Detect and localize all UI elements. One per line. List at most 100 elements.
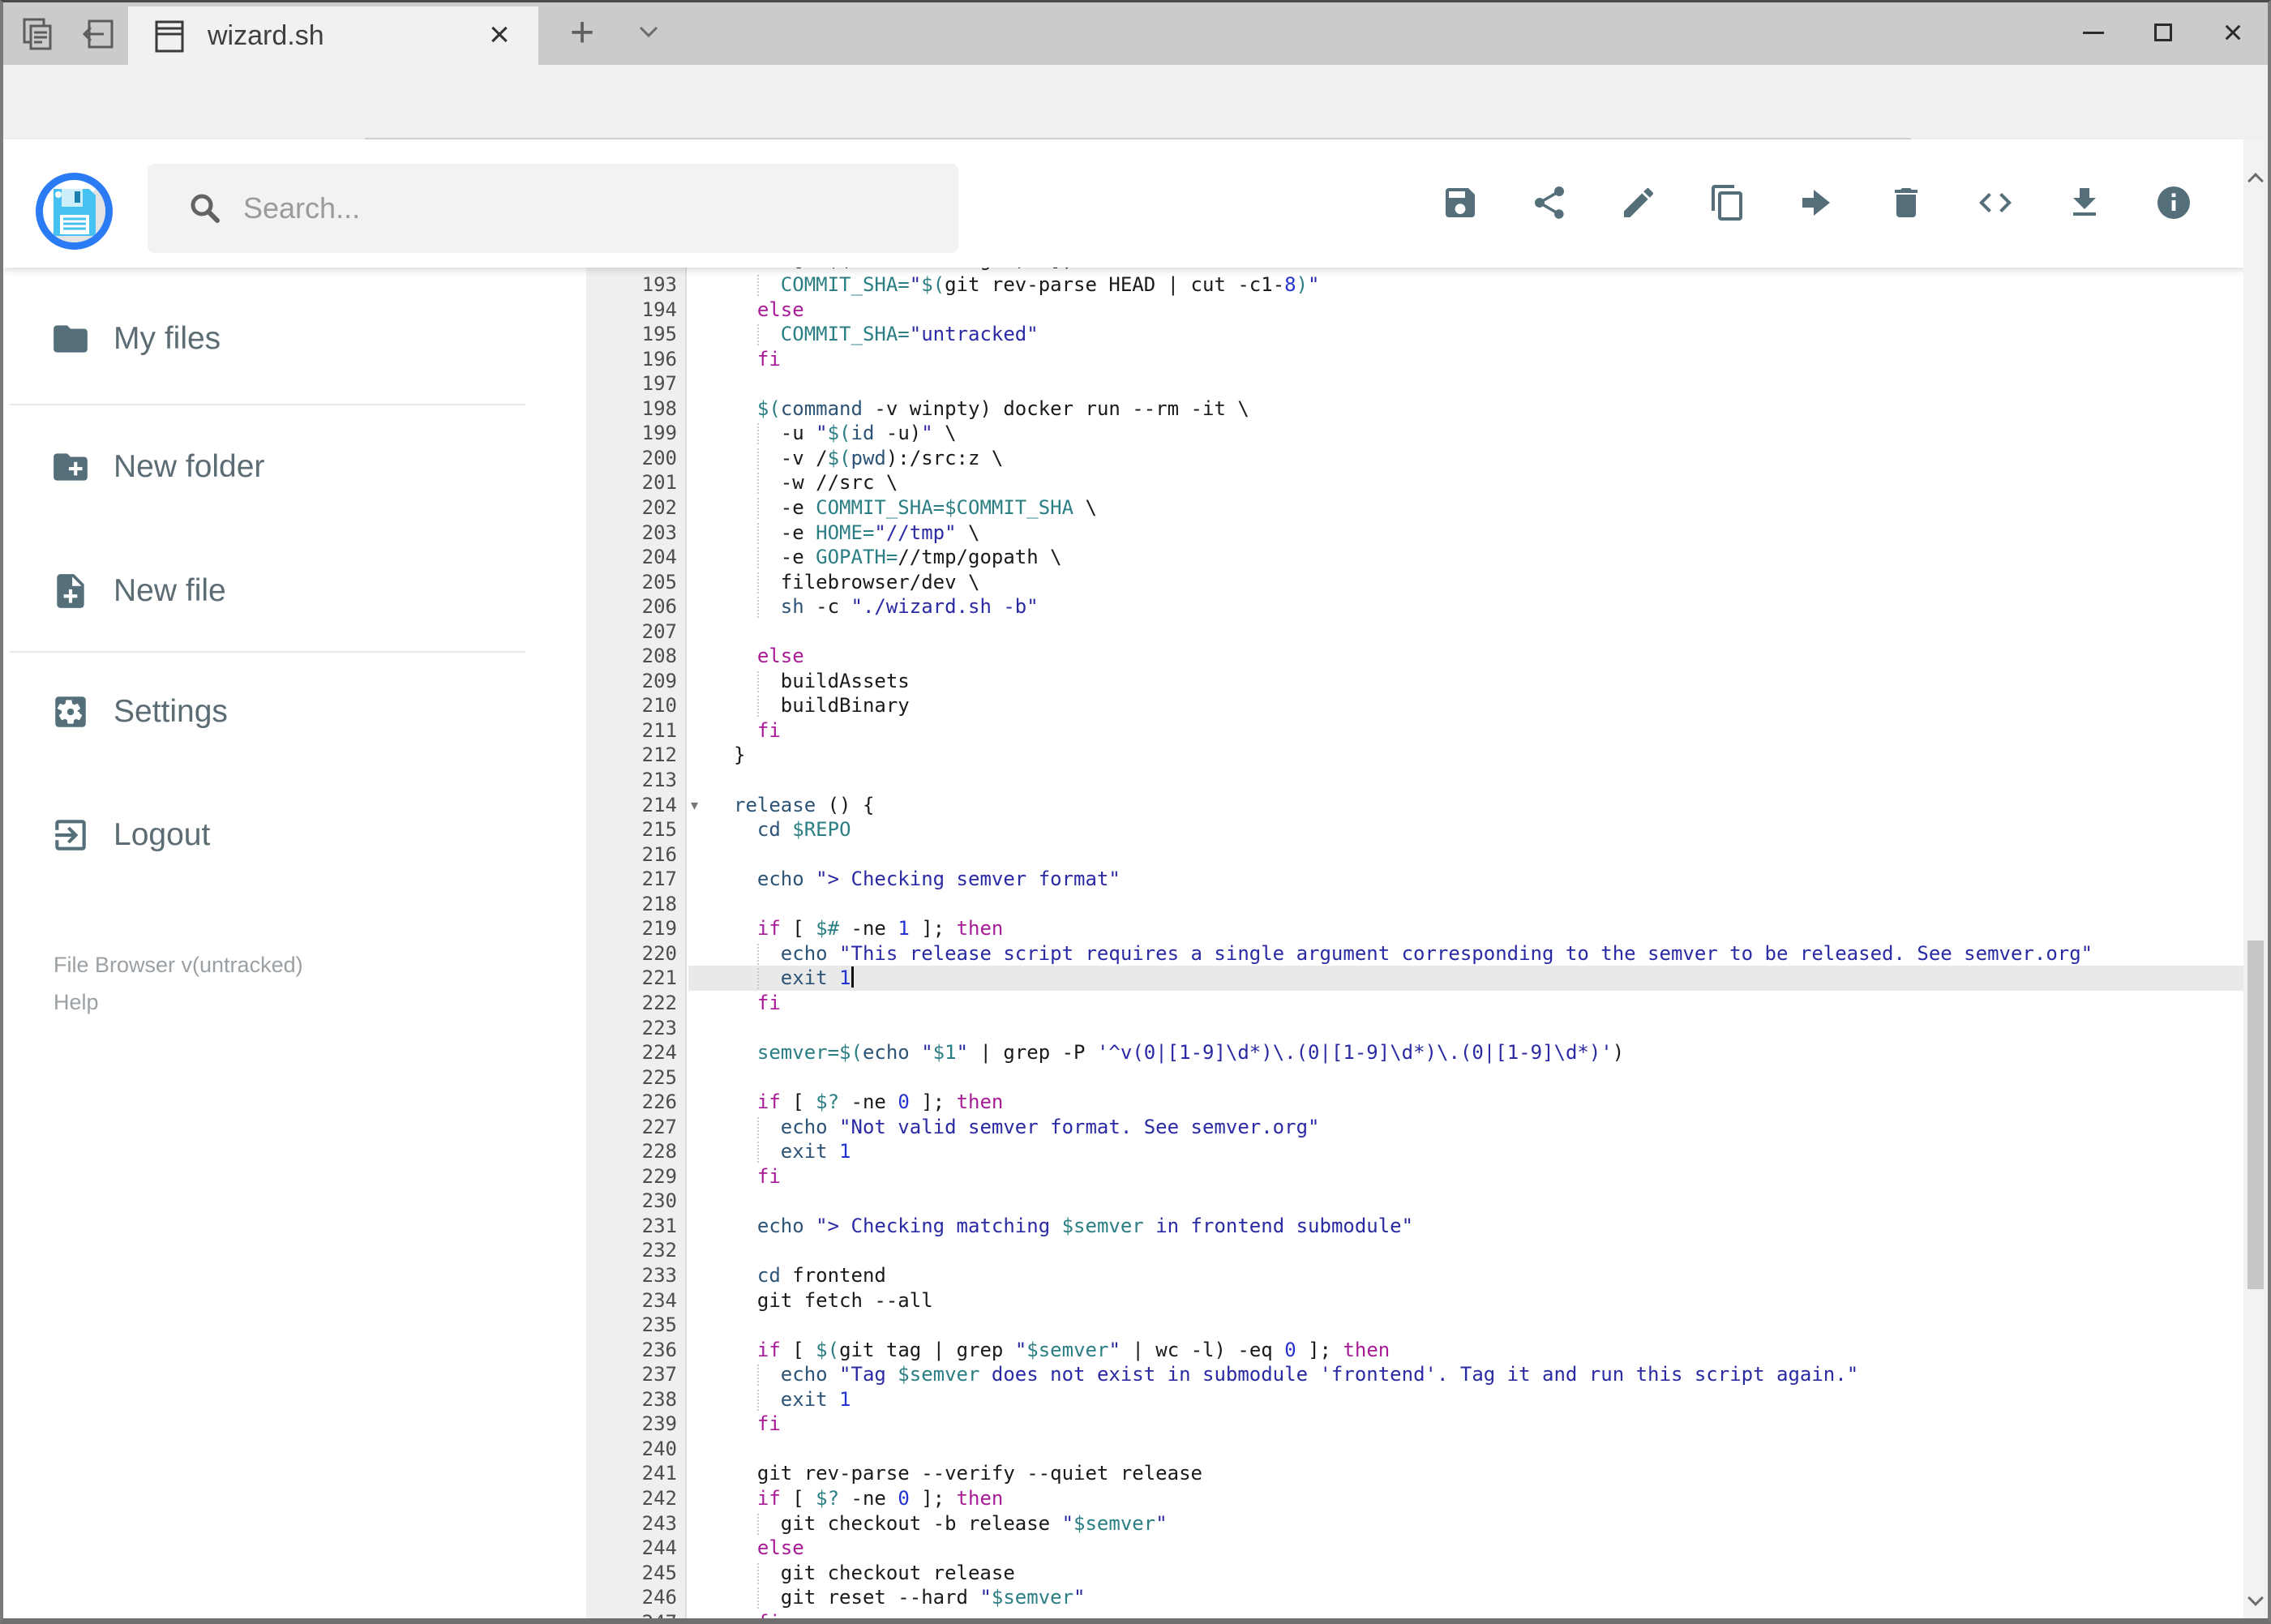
scroll-down-icon[interactable] [2247,1590,2264,1606]
code-line: 239 fi [535,1412,2244,1437]
line-number: 199 [641,422,677,445]
line-number: 244 [641,1536,677,1560]
code-text: cd $REPO [756,818,851,842]
line-number: 231 [641,1214,677,1237]
tab-list-chevron-icon[interactable] [631,18,666,47]
code-text: else [756,298,804,321]
code-line: 246 git reset --hard "$semver" [535,1585,2244,1610]
sidebar-item-new-file[interactable]: New file [3,546,535,636]
line-number: 213 [641,769,677,791]
search-placeholder: Search... [243,191,361,225]
code-text: echo "Tag $semver does not exist in subm… [780,1363,1859,1386]
code-text: -e GOPATH=//tmp/gopath \ [734,546,1062,569]
help-link[interactable]: Help [54,990,99,1015]
indent-guide [757,448,759,469]
line-number: 214 [641,793,677,816]
code-text: if [ $? -ne 0 ]; then [756,1091,1004,1114]
code-text: COMMIT_SHA="$(git rev-parse HEAD | cut -… [734,273,1320,296]
line-number: 234 [641,1288,677,1312]
code-text: buildAssets [734,669,910,692]
code-text: semver=$(echo "$1" | grep -P '^v(0|[1-9]… [756,1041,1625,1065]
indent-guide [757,497,759,519]
code-line: 211 fi [535,718,2244,743]
code-line: 227 echo "Not valid semver format. See s… [535,1115,2244,1140]
delete-button[interactable] [1887,183,1926,222]
line-number: 225 [641,1065,677,1089]
line-number: 222 [641,991,677,1014]
tab-preview-icon[interactable] [18,15,60,52]
code-text: git checkout -b release "$semver" [734,1511,1168,1535]
code-text: git checkout release [734,1561,1015,1584]
line-number: 224 [641,1041,677,1065]
line-number: 212 [641,743,677,767]
search-icon [186,190,224,227]
code-line: 205 filebrowser/dev \ [535,570,2244,595]
code-text: filebrowser/dev \ [734,570,980,593]
tab-title: wizard.sh [208,20,324,51]
vertical-scrollbar[interactable] [2243,139,2268,1618]
filebrowser-logo[interactable] [36,173,113,250]
code-text: echo "> Checking matching $semver in fro… [756,1214,1414,1237]
maximize-icon [2154,24,2172,41]
save-button[interactable] [1441,183,1480,222]
fold-arrow-icon[interactable]: ▾ [691,793,723,818]
line-number: 239 [641,1412,677,1436]
code-text: if [ $? -ne 0 ]; then [756,1486,1004,1510]
app-version-text: File Browser v(untracked) [54,953,303,977]
code-text: -v /$(pwd):/src:z \ [734,446,1004,469]
line-number: 202 [641,495,677,519]
new-tab-button[interactable]: + [558,11,606,54]
sidebar-item-my-files[interactable]: My files [3,294,535,384]
maximize-button[interactable] [2128,0,2198,65]
code-line: 200 -v /$(pwd):/src:z \ [535,446,2244,471]
code-text: fi [756,1412,781,1436]
move-button[interactable] [1798,183,1836,222]
line-number: 236 [641,1338,677,1361]
code-line: 219 if [ $# -ne 1 ]; then [535,916,2244,941]
line-number: 198 [641,396,677,420]
indent-guide [757,1142,759,1163]
indent-guide [757,1389,759,1411]
sidebar-item-label: My files [114,321,221,356]
code-view-button[interactable] [1976,183,2015,222]
rename-button[interactable] [1619,183,1658,222]
floppy-disk-icon [54,189,96,236]
code-line: 194 else [535,298,2244,323]
indent-guide [757,275,759,296]
browser-navbar: filebrowser.web/files/wizard.sh [0,65,2271,199]
folder-icon [54,325,88,353]
close-button[interactable]: × [2198,0,2268,65]
copy-button[interactable] [1708,183,1747,222]
line-number: 243 [641,1511,677,1535]
minimize-button[interactable] [2059,0,2128,65]
line-number: 241 [641,1462,677,1485]
code-line: 237 echo "Tag $semver does not exist in … [535,1362,2244,1387]
sidebar-item-new-folder[interactable]: New folder [3,422,535,512]
download-button[interactable] [2065,183,2104,222]
set-tabs-aside-icon[interactable] [79,15,122,52]
scroll-up-icon[interactable] [2247,173,2264,189]
sidebar-item-settings[interactable]: Settings [3,667,535,756]
share-file-button[interactable] [1530,183,1569,222]
code-line: 244 else [535,1536,2244,1561]
line-number: 203 [641,521,677,544]
sidebar-item-logout[interactable]: Logout [3,791,535,880]
line-number: 228 [641,1140,677,1163]
code-line: 216 [535,842,2244,868]
tab-strip: wizard.sh × + × [0,0,2271,65]
code-text: $(command -v winpty) docker run --rm -it… [756,396,1249,420]
info-button[interactable] [2154,183,2193,222]
code-line: 247 fi [535,1610,2244,1618]
browser-tab[interactable]: wizard.sh × [128,6,538,65]
code-line: 226 if [ $? -ne 0 ]; then [535,1090,2244,1115]
code-text: -e COMMIT_SHA=$COMMIT_SHA \ [734,495,1097,519]
search-input[interactable]: Search... [148,164,958,253]
code-line: 230 [535,1189,2244,1214]
code-line: 196 fi [535,347,2244,372]
scrollbar-thumb[interactable] [2247,941,2264,1289]
code-editor[interactable]: 192 if [ "$(command -v git)" ]; then193 … [535,268,2244,1618]
line-number: 230 [641,1189,677,1213]
line-number: 208 [641,645,677,668]
tab-close-icon[interactable]: × [478,15,521,57]
code-line: 221 exit 1 [535,966,2244,992]
